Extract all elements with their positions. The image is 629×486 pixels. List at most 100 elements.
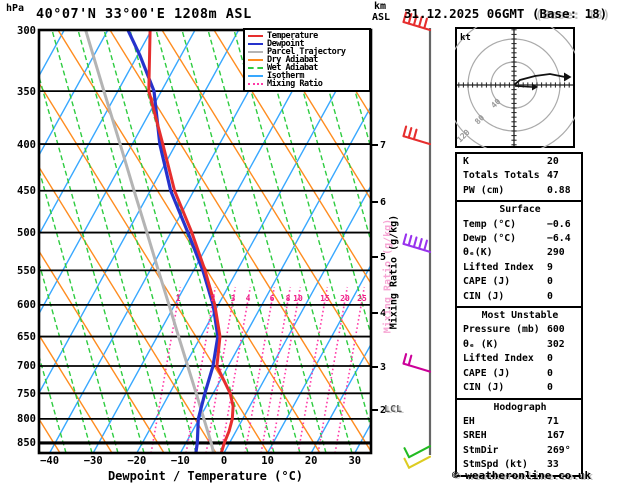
hodograph-border <box>455 27 575 148</box>
stat-value: 9 <box>547 261 553 273</box>
sounding-chart-app: hPa 40°07'N 33°00'E 1208m ASL 31.12.2025… <box>0 0 629 486</box>
datetime-label: 31.12.2025 06GMT (Base: 18) <box>404 6 607 21</box>
wind-barb <box>403 455 432 469</box>
stat-row: SREH 167 <box>463 429 577 443</box>
stat-value: 0 <box>547 367 553 379</box>
wind-barb <box>403 445 432 459</box>
stat-value: 0.88 <box>547 184 571 196</box>
wind-barb-shaft <box>407 445 432 459</box>
stat-label: Pressure (mb) <box>463 324 540 336</box>
stats-section: K 20 Totals Totals 47 PW (cm) 0.88 <box>455 152 583 203</box>
legend-swatch-dotted <box>248 83 263 85</box>
pressure-tick-label: 850 <box>17 437 36 450</box>
stat-value: 0 <box>547 276 553 288</box>
wind-barb-shaft <box>402 135 432 146</box>
stat-label: CAPE (J) <box>463 367 511 379</box>
wind-barb-tick <box>402 233 408 245</box>
temperature-tick-label: 20 <box>304 455 318 467</box>
stat-value: 167 <box>547 430 565 442</box>
stat-row: K 20 <box>463 155 577 169</box>
stat-row: Totals Totals 47 <box>463 169 577 183</box>
wet-adiabat-line <box>598 30 629 453</box>
pressure-tick-label: 600 <box>17 299 36 312</box>
stat-row: PW (cm) 0.88 <box>463 184 577 198</box>
wind-barb <box>402 353 432 373</box>
wind-barb-column <box>402 11 432 469</box>
stat-row: CIN (J) 0 <box>463 381 577 395</box>
stat-value: 0 <box>547 290 553 302</box>
stat-label: EH <box>463 415 475 427</box>
pressure-tick-label: 350 <box>17 85 36 98</box>
stat-label: Totals Totals <box>463 170 540 182</box>
stat-value: −0.6 <box>547 218 571 230</box>
wind-barb <box>402 233 432 253</box>
stat-label: CAPE (J) <box>463 276 511 288</box>
legend-swatch-solid <box>248 35 263 37</box>
stats-section: Surface Temp (°C) −0.6 Dewp (°C) −6.4 θₑ(K) 29… <box>455 200 583 309</box>
legend-item: Mixing Ratio <box>248 80 367 88</box>
temperature-tick-label: −30 <box>83 455 103 467</box>
altitude-tick-label: 3 <box>380 362 387 373</box>
stat-value: 0 <box>547 382 553 394</box>
legend-item: Wet Adiabat <box>248 64 367 72</box>
legend-swatch-solid <box>248 59 263 61</box>
temperature-tick-label: −40 <box>40 455 60 467</box>
stat-row: CAPE (J) 0 <box>463 367 577 381</box>
stats-panel: K 20 Totals Totals 47 PW (cm) 0.88 Surface Temp… <box>455 152 583 477</box>
stat-label: PW (cm) <box>463 184 505 196</box>
altitude-axis-unit-km: km <box>374 1 387 12</box>
stat-row: Pressure (mb) 600 <box>463 323 577 337</box>
stat-row: StmDir 269° <box>463 444 577 458</box>
stat-label: SREH <box>463 430 487 442</box>
altitude-tick-label: 6 <box>380 197 387 208</box>
mixing-ratio-value-label: 1 <box>175 294 181 303</box>
datetime-base-run: (Base: 18) <box>531 6 608 21</box>
stats-section: Most Unstable Pressure (mb) 600 θₑ (K) 302 Li… <box>455 306 583 400</box>
stat-row: Dewp (°C) −6.4 <box>463 232 577 246</box>
stats-section-header: Most Unstable <box>481 310 559 322</box>
pressure-tick-label: 500 <box>17 227 36 240</box>
wind-barb-tick <box>412 236 418 249</box>
mixing-ratio-line <box>150 286 182 453</box>
station-title: 40°07'N 33°00'E 1208m ASL <box>36 6 252 22</box>
wind-barb-tick <box>402 353 408 365</box>
legend-swatch-solid <box>248 43 263 45</box>
stat-value: 600 <box>547 324 565 336</box>
stat-label: CIN (J) <box>463 290 505 302</box>
stat-label: θₑ(K) <box>463 247 493 259</box>
stat-value: 290 <box>547 247 565 259</box>
stat-value: 269° <box>547 444 571 456</box>
pressure-tick-label: 550 <box>17 264 36 277</box>
mixing-ratio-line <box>334 286 366 453</box>
stat-row: CAPE (J) 0 <box>463 275 577 289</box>
stat-value: 0 <box>547 353 553 365</box>
dry-adiabat-line <box>578 30 629 453</box>
pressure-tick-label: 750 <box>17 387 36 400</box>
altitude-axis-unit-asl: ASL <box>372 12 391 23</box>
hodograph-unit-label: kt <box>460 33 471 43</box>
temperature-tick-label: 0 <box>220 455 228 467</box>
stat-value: −6.4 <box>547 233 571 245</box>
wet-adiabat-line <box>207 30 327 453</box>
stat-row: Lifted Index 0 <box>463 352 577 366</box>
wet-adiabat-line <box>77 30 197 453</box>
wet-adiabat-line <box>624 30 629 453</box>
wind-barb-tick <box>402 125 408 138</box>
mixing-ratio-value-label: 2 <box>210 294 216 303</box>
stat-row: θₑ (K) 302 <box>463 338 577 352</box>
mixing-ratio-axis-label: Mixing Ratio (g/kg) <box>388 214 400 330</box>
stats-section-header: Surface <box>499 204 541 216</box>
stat-label: K <box>463 156 469 167</box>
stat-row: θₑ(K) 290 <box>463 246 577 260</box>
wind-barb-tick <box>418 237 423 250</box>
stat-label: Dewp (°C) <box>463 233 517 245</box>
wind-barb-tick <box>407 234 413 247</box>
stat-label: Temp (°C) <box>463 218 517 230</box>
wind-barb-tick <box>423 239 428 252</box>
wind-barb-shaft <box>407 455 432 469</box>
legend-box: Temperature Dewpoint Parcel Trajectory Dry … <box>243 28 371 92</box>
pressure-tick-label: 700 <box>17 360 36 373</box>
altitude-tick-label: 7 <box>380 140 387 151</box>
legend-swatch-solid <box>248 75 263 77</box>
stat-value: 20 <box>547 156 559 167</box>
